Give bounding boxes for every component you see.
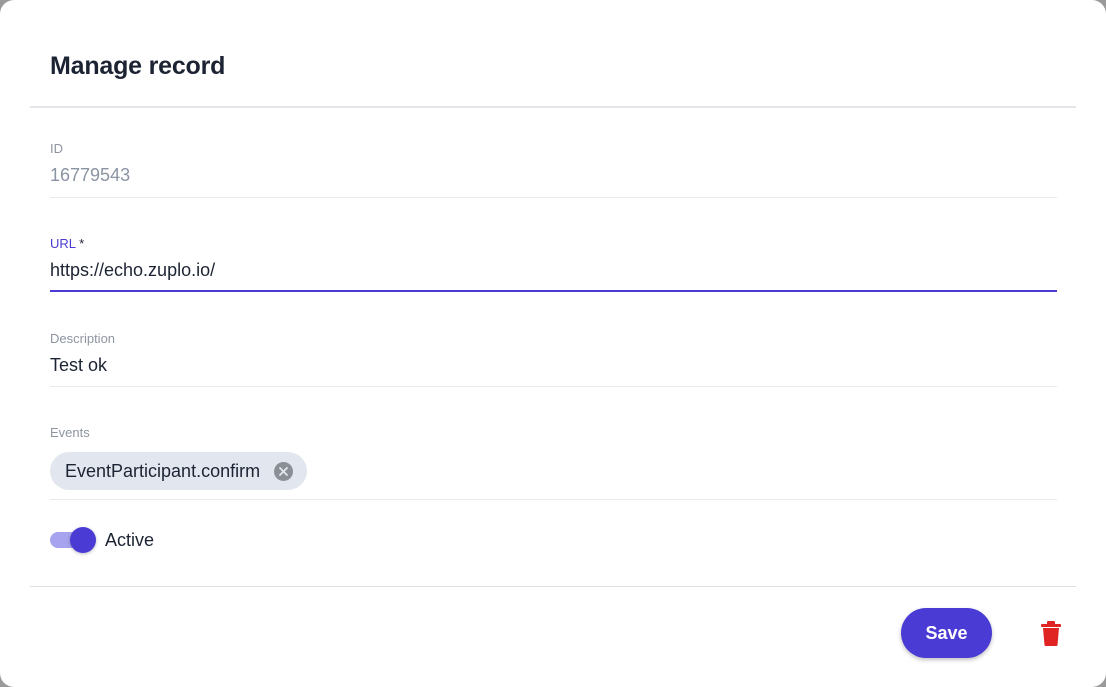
dialog-title: Manage record (50, 52, 226, 80)
event-chip: EventParticipant.confirm (50, 452, 308, 490)
footer-divider (30, 586, 1076, 587)
description-underline (50, 386, 1057, 387)
event-chip-label: EventParticipant.confirm (65, 460, 261, 481)
events-label: Events (50, 425, 90, 440)
url-label: URL * (50, 236, 1057, 251)
active-toggle-row: Active (50, 527, 154, 553)
active-toggle[interactable] (50, 527, 96, 553)
manage-record-dialog: Manage record ID 16779543 URL * https://… (0, 0, 1106, 687)
id-underline (50, 197, 1057, 198)
url-underline-focused (50, 290, 1057, 292)
id-label: ID (50, 141, 63, 156)
trash-icon[interactable] (1036, 618, 1066, 648)
description-input[interactable]: Test ok (50, 355, 1057, 376)
events-underline (50, 499, 1057, 500)
close-circle-icon[interactable] (274, 461, 294, 481)
required-marker: * (79, 236, 85, 251)
toggle-thumb (70, 527, 96, 553)
url-label-text: URL (50, 236, 76, 251)
url-field[interactable]: URL * https://echo.zuplo.io/ (50, 236, 1057, 292)
header-divider (30, 106, 1076, 108)
save-button[interactable]: Save (901, 608, 992, 658)
description-field[interactable]: Description Test ok (50, 331, 1057, 387)
url-input[interactable]: https://echo.zuplo.io/ (50, 260, 1057, 281)
id-field: ID 16779543 (50, 141, 1057, 198)
events-field[interactable]: Events EventParticipant.confirm (50, 425, 1057, 500)
id-value: 16779543 (50, 165, 131, 185)
active-label: Active (105, 529, 155, 550)
description-label: Description (50, 331, 116, 346)
